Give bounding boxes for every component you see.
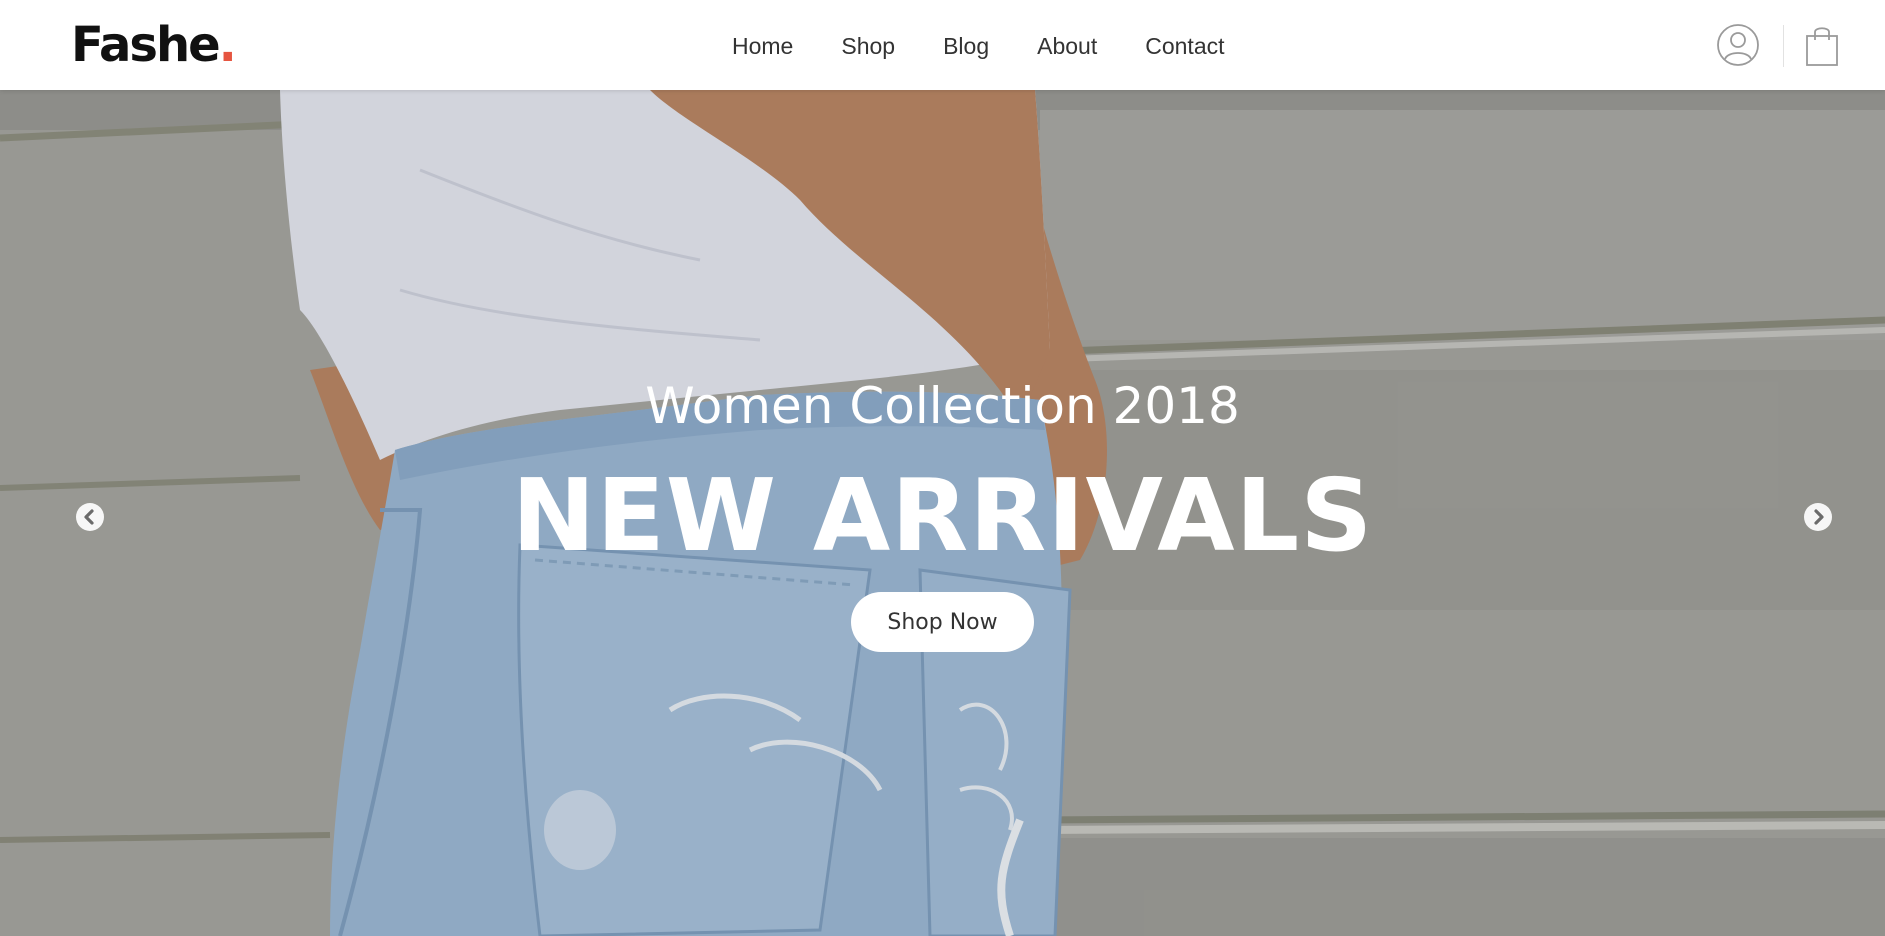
hero-title: NEW ARRIVALS xyxy=(511,457,1374,574)
hero-subtitle: Women Collection 2018 xyxy=(645,377,1240,435)
main-nav: Home Shop Blog About Contact xyxy=(732,30,1225,62)
logo-dot: . xyxy=(218,17,237,73)
nav-blog[interactable]: Blog xyxy=(943,30,989,62)
shopping-bag-icon[interactable] xyxy=(1805,23,1839,67)
nav-home[interactable]: Home xyxy=(732,30,793,62)
site-logo[interactable]: Fashe. xyxy=(71,16,237,74)
shop-now-button[interactable]: Shop Now xyxy=(851,592,1034,652)
nav-about[interactable]: About xyxy=(1037,30,1097,62)
account-icon[interactable] xyxy=(1716,23,1760,67)
nav-contact[interactable]: Contact xyxy=(1145,30,1224,62)
header-divider xyxy=(1783,25,1784,67)
site-header: Fashe. Home Shop Blog About Contact xyxy=(0,0,1885,90)
nav-shop[interactable]: Shop xyxy=(841,30,895,62)
logo-text: Fashe xyxy=(71,17,221,73)
hero-slider: Women Collection 2018 NEW ARRIVALS Shop … xyxy=(0,90,1885,936)
